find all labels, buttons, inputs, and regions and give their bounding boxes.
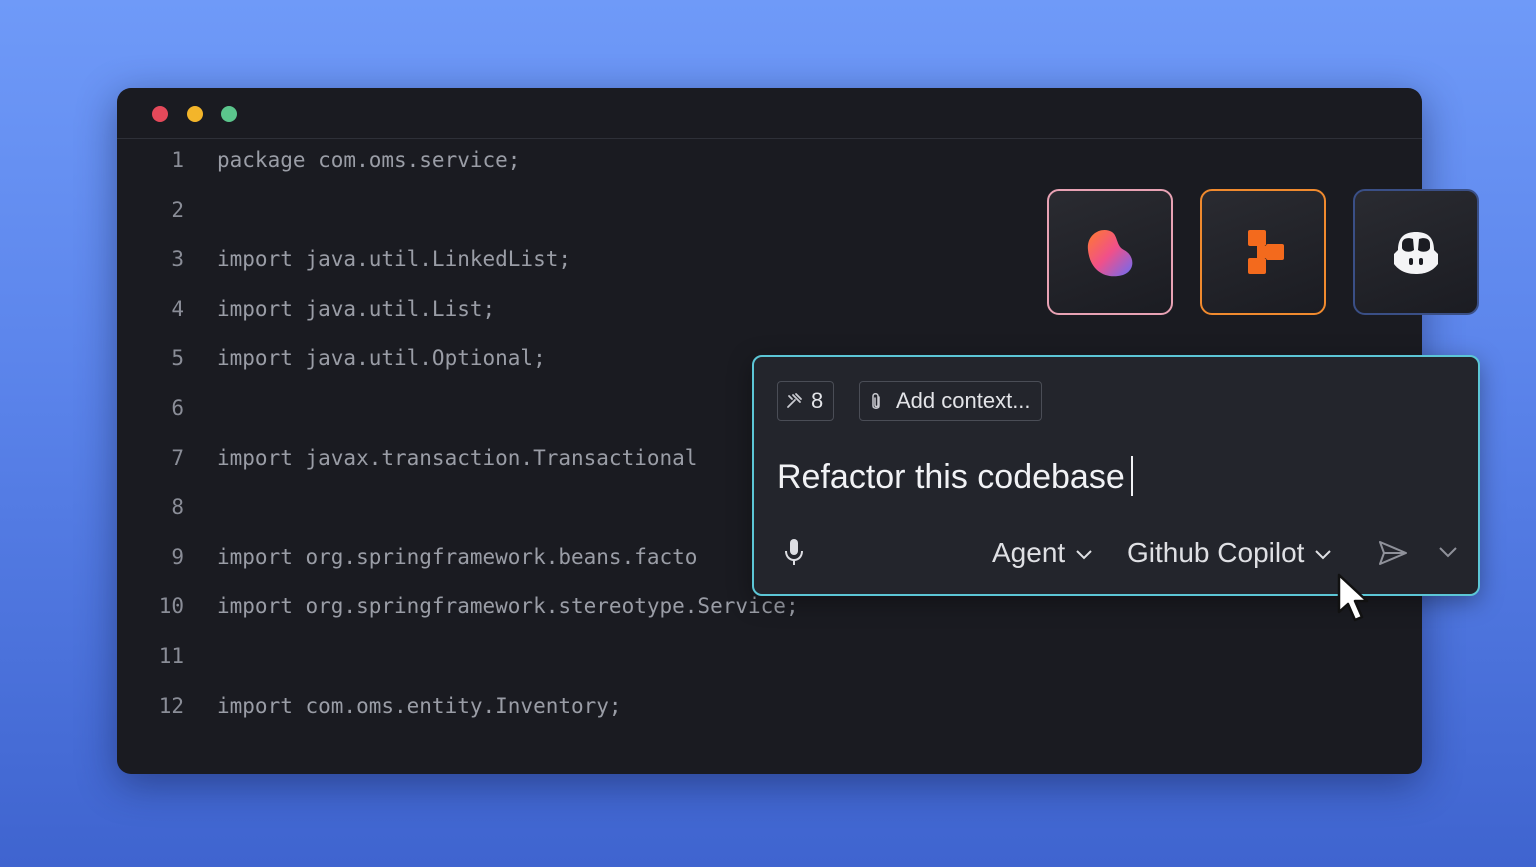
chevron-down-icon (1315, 550, 1332, 560)
close-window-button[interactable] (152, 106, 168, 122)
line-number: 7 (171, 445, 184, 470)
code-line: 11 (117, 636, 1422, 676)
maximize-window-button[interactable] (221, 106, 237, 122)
add-context-label: Add context... (896, 388, 1031, 413)
code-text: import java.util.LinkedList; (217, 247, 572, 272)
code-text: import org.springframework.stereotype.Se… (217, 594, 799, 619)
line-number: 4 (171, 296, 184, 321)
line-number: 2 (171, 197, 184, 222)
prompt-text: Refactor this codebase (777, 458, 1125, 496)
line-number: 10 (158, 594, 184, 619)
gradient-blob-logo-icon (1087, 230, 1133, 277)
tools-icon (787, 393, 802, 408)
line-number: 11 (158, 644, 184, 668)
paperclip-icon (872, 393, 880, 409)
tool-tile-1[interactable] (1047, 189, 1173, 315)
add-context-button[interactable]: Add context... (859, 381, 1042, 421)
chat-input-panel: 8 Add context... Refactor this codebase … (752, 355, 1480, 596)
mouse-cursor-icon (1337, 573, 1369, 622)
chevron-down-icon (1076, 550, 1092, 560)
line-number: 3 (171, 247, 184, 272)
code-text: import java.util.Optional; (217, 346, 546, 371)
code-text: package com.oms.service; (217, 148, 521, 172)
title-bar (117, 88, 1422, 139)
tools-count: 8 (811, 388, 824, 413)
line-number: 5 (171, 346, 184, 371)
line-number: 1 (171, 148, 184, 172)
line-number: 9 (171, 544, 184, 569)
mode-dropdown[interactable]: Agent (992, 533, 1093, 573)
code-text: import javax.transaction.Transactional (217, 445, 698, 470)
copilot-logo-icon (1394, 232, 1438, 274)
microphone-icon[interactable] (782, 537, 806, 567)
send-options-chevron-icon[interactable] (1438, 546, 1458, 558)
minimize-window-button[interactable] (187, 106, 203, 122)
model-label: Github Copilot (1127, 537, 1305, 568)
tool-tile-3[interactable] (1353, 189, 1479, 315)
line-number: 6 (171, 396, 184, 420)
code-text: import org.springframework.beans.facto (217, 544, 698, 569)
send-icon[interactable] (1378, 540, 1408, 566)
code-line: 12 import com.oms.entity.Inventory; (117, 686, 1422, 726)
tool-tile-2[interactable] (1200, 189, 1326, 315)
tools-button[interactable]: 8 (777, 381, 834, 421)
text-caret (1130, 456, 1133, 496)
prompt-input[interactable]: Refactor this codebase (777, 455, 1133, 499)
code-line: 1 package com.oms.service; (117, 140, 1422, 180)
orange-blocks-logo-icon (1248, 230, 1284, 274)
code-text: import java.util.List; (217, 296, 496, 321)
model-dropdown[interactable]: Github Copilot (1127, 533, 1332, 573)
line-number: 12 (158, 693, 184, 718)
code-text: import com.oms.entity.Inventory; (217, 693, 622, 718)
line-number: 8 (171, 495, 184, 520)
mode-label: Agent (992, 537, 1066, 568)
